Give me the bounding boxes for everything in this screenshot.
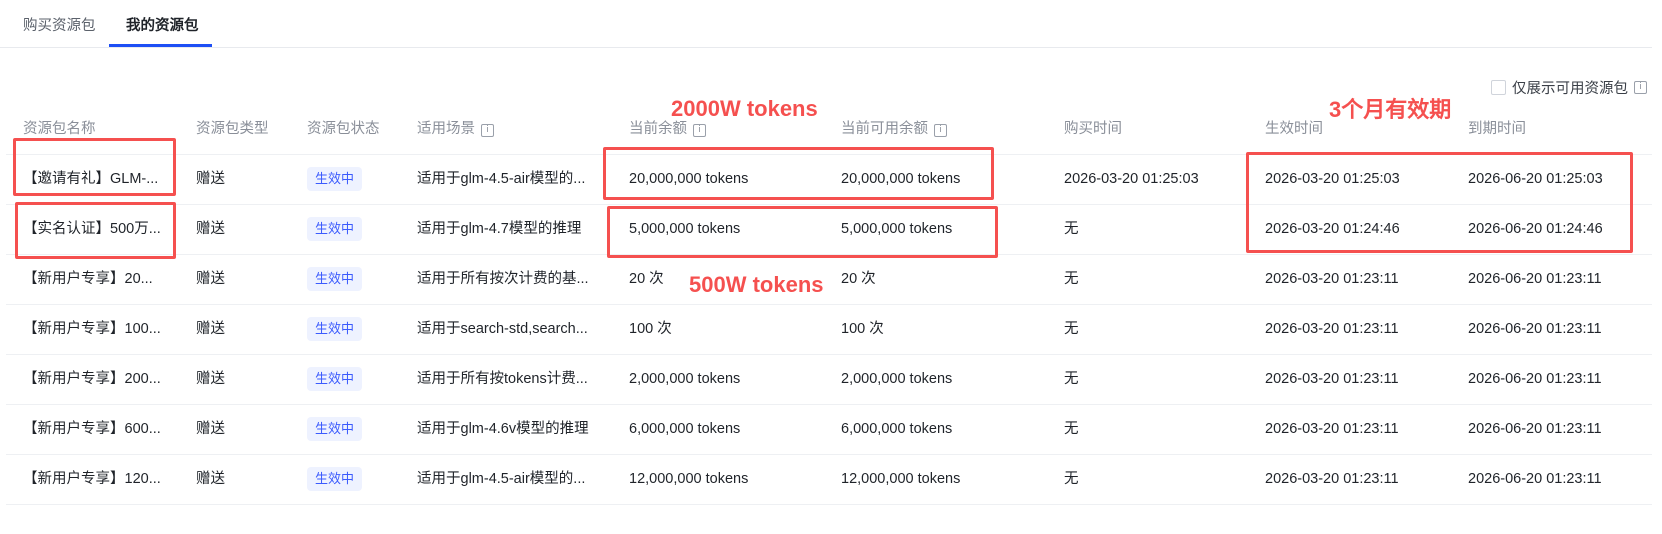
status-badge: 生效中 [307,167,363,192]
cell-purchase-time: 无 [1064,271,1079,287]
cell-purchase-time: 无 [1064,321,1079,337]
cell-purchase-time: 2026-03-20 01:25:03 [1064,171,1199,187]
cell-package-status: 生效中 [307,454,363,504]
annotation-box [607,206,998,258]
cell-package-type: 赠送 [196,221,225,237]
status-badge: 生效中 [307,367,363,392]
cell-expiry-time: 2026-06-20 01:23:11 [1468,421,1602,437]
cell-package-status: 生效中 [307,304,363,354]
info-icon[interactable]: i [481,124,494,137]
table-row: 【新用户专享】600... 赠送 生效中 适用于glm-4.6v模型的推理 6,000,… [6,404,1652,455]
column-header-effective-time: 生效时间 [1265,121,1323,137]
status-badge: 生效中 [307,417,363,442]
status-badge: 生效中 [307,267,363,292]
cell-package-name: 【新用户专享】200... [23,371,161,387]
cell-package-status: 生效中 [307,254,363,304]
info-icon[interactable]: i [1634,81,1647,94]
cell-package-type: 赠送 [196,271,225,287]
annotation-box [15,202,176,259]
cell-effective-time: 2026-03-20 01:23:11 [1265,371,1399,387]
tab-buy-packages[interactable]: 购买资源包 [23,14,96,35]
cell-package-status: 生效中 [307,404,363,454]
cell-balance: 100 次 [629,321,672,337]
annotation-label: 2000W tokens [671,96,818,121]
column-header-scenario-label: 适用场景 [417,121,475,137]
tab-my-packages[interactable]: 我的资源包 [126,14,199,35]
annotation-label: 3个月有效期 [1329,97,1452,122]
cell-package-status: 生效中 [307,154,363,204]
table-row: 【新用户专享】120... 赠送 生效中 适用于glm-4.5-air模型的... 12… [6,454,1652,505]
cell-balance: 12,000,000 tokens [629,471,749,487]
active-tab-indicator [109,44,212,47]
annotation-box [603,147,994,200]
available-only-filter[interactable]: 仅展示可用资源包 i [1491,77,1647,98]
cell-package-status: 生效中 [307,204,363,254]
cell-package-type: 赠送 [196,421,225,437]
annotation-label: 500W tokens [689,272,824,297]
cell-effective-time: 2026-03-20 01:23:11 [1265,321,1399,337]
cell-expiry-time: 2026-06-20 01:23:11 [1468,321,1602,337]
status-badge: 生效中 [307,217,363,242]
cell-effective-time: 2026-03-20 01:23:11 [1265,271,1399,287]
annotation-box [1246,152,1633,253]
cell-effective-time: 2026-03-20 01:23:11 [1265,421,1399,437]
cell-expiry-time: 2026-06-20 01:23:11 [1468,371,1602,387]
cell-expiry-time: 2026-06-20 01:23:11 [1468,271,1602,287]
column-header-scenario: 适用场景 i [417,104,494,154]
cell-balance: 20 次 [629,271,664,287]
cell-expiry-time: 2026-06-20 01:23:11 [1468,471,1602,487]
cell-package-status: 生效中 [307,354,363,404]
cell-purchase-time: 无 [1064,471,1079,487]
available-only-label: 仅展示可用资源包 [1512,81,1628,97]
cell-package-name: 【新用户专享】100... [23,321,161,337]
column-header-status: 资源包状态 [307,121,380,137]
table-row: 【新用户专享】200... 赠送 生效中 适用于所有按tokens计费... 2,000… [6,354,1652,405]
annotation-box [13,138,176,196]
cell-scenario: 适用于glm-4.5-air模型的... [417,171,586,187]
cell-purchase-time: 无 [1064,371,1079,387]
column-header-available-balance-label: 当前可用余额 [841,121,928,137]
cell-balance: 6,000,000 tokens [629,421,741,437]
table-row: 【新用户专享】100... 赠送 生效中 适用于search-std,search..… [6,304,1652,355]
cell-available-balance: 12,000,000 tokens [841,471,961,487]
cell-scenario: 适用于所有按tokens计费... [417,371,588,387]
info-icon[interactable]: i [934,124,947,137]
cell-scenario: 适用于search-std,search... [417,321,588,337]
column-header-expiry-time: 到期时间 [1468,121,1526,137]
cell-package-type: 赠送 [196,321,225,337]
status-badge: 生效中 [307,317,363,342]
info-icon[interactable]: i [693,124,706,137]
cell-scenario: 适用于所有按次计费的基... [417,271,589,287]
cell-scenario: 适用于glm-4.7模型的推理 [417,221,582,237]
cell-package-type: 赠送 [196,371,225,387]
column-header-type: 资源包类型 [196,121,269,137]
cell-available-balance: 100 次 [841,321,884,337]
available-only-checkbox[interactable] [1491,80,1506,95]
cell-effective-time: 2026-03-20 01:23:11 [1265,471,1399,487]
cell-package-type: 赠送 [196,171,225,187]
cell-package-name: 【新用户专享】20... [23,271,153,287]
cell-purchase-time: 无 [1064,421,1079,437]
tab-bar: 购买资源包 我的资源包 [0,0,1652,48]
cell-scenario: 适用于glm-4.6v模型的推理 [417,421,589,437]
cell-purchase-time: 无 [1064,221,1079,237]
cell-package-name: 【新用户专享】120... [23,471,161,487]
cell-available-balance: 2,000,000 tokens [841,371,953,387]
cell-package-type: 赠送 [196,471,225,487]
cell-scenario: 适用于glm-4.5-air模型的... [417,471,586,487]
cell-available-balance: 20 次 [841,271,876,287]
cell-balance: 2,000,000 tokens [629,371,741,387]
column-header-purchase-time: 购买时间 [1064,121,1122,137]
cell-package-name: 【新用户专享】600... [23,421,161,437]
cell-available-balance: 6,000,000 tokens [841,421,953,437]
table-row: 【新用户专享】20... 赠送 生效中 适用于所有按次计费的基... 20 次 20 次 无… [6,254,1652,305]
status-badge: 生效中 [307,467,363,492]
column-header-balance-label: 当前余额 [629,121,687,137]
